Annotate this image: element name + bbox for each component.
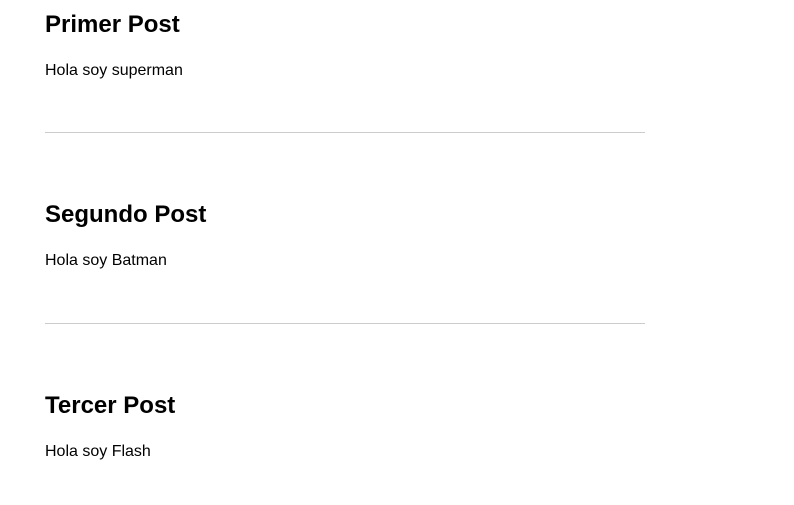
post-body: Hola soy Batman <box>45 252 167 269</box>
post-body: Hola soy superman <box>45 62 183 79</box>
post-body: Hola soy Flash <box>45 443 151 460</box>
post-list: Primer Post Hola soy superman Segundo Po… <box>0 0 794 505</box>
post-title: Primer Post <box>45 11 180 38</box>
post-title: Segundo Post <box>45 201 207 228</box>
post-divider <box>45 132 645 133</box>
post-item: Primer Post Hola soy superman <box>45 11 645 81</box>
post-item: Tercer Post Hola soy Flash <box>45 392 645 462</box>
post-title: Tercer Post <box>45 392 176 419</box>
post-item: Segundo Post Hola soy Batman <box>45 201 645 271</box>
post-divider <box>45 323 645 324</box>
